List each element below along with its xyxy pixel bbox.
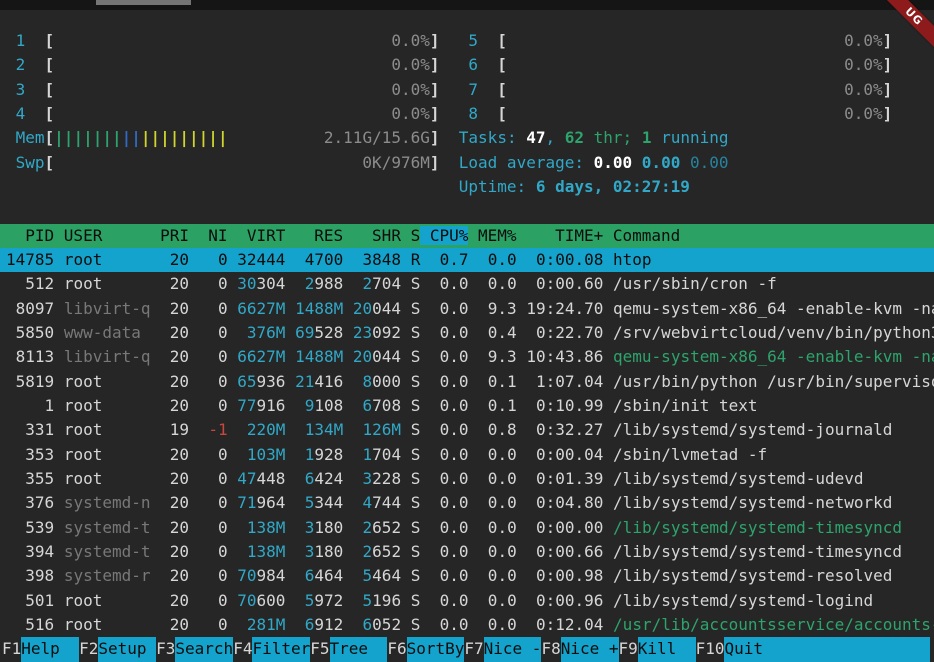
process-row-353[interactable]: 353 root 20 0 103M 1928 1704 S 0.0 0.0 0…	[0, 443, 934, 467]
process-row-5850[interactable]: 5850 www-data 20 0 376M 69528 23092 S 0.…	[0, 321, 934, 345]
htop-screen: 1 [ 0.0%] 5 [ 0.0%] 2 [ 0.0%] 6 [ 0.0%] …	[0, 0, 934, 662]
fkey-f10-quit[interactable]: F10Quit	[696, 637, 783, 661]
tasks-summary: Tasks: 47, 62 thr; 1 running	[459, 128, 729, 147]
fkey-f9-kill[interactable]: F9Kill	[619, 637, 696, 661]
process-row-1[interactable]: 1 root 20 0 77916 9108 6708 S 0.0 0.1 0:…	[0, 394, 934, 418]
process-row-5819[interactable]: 5819 root 20 0 65936 21416 8000 S 0.0 0.…	[0, 370, 934, 394]
cpu-meter-line-1: 1 [ 0.0%] 5 [ 0.0%]	[0, 29, 934, 53]
fkey-f5-tree[interactable]: F5Tree	[310, 637, 387, 661]
fkey-f7-nice[interactable]: F7Nice -	[464, 637, 541, 661]
function-key-bar: F1Help F2Setup F3SearchF4FilterF5Tree F6…	[0, 637, 934, 661]
debug-ribbon-label: UG	[876, 0, 934, 54]
swap-load-line: Swp[ 0K/976M] Load average: 0.00 0.00 0.…	[0, 151, 934, 175]
cpu-meter-4: 4 [ 0.0%]	[6, 104, 440, 123]
fkey-f4-filter[interactable]: F4Filter	[233, 637, 310, 661]
cpu-meter-3: 3 [ 0.0%]	[6, 80, 440, 99]
process-row-512[interactable]: 512 root 20 0 30304 2988 2704 S 0.0 0.0 …	[0, 272, 934, 296]
memory-meter: Mem[|||||||||||||||||| 2.11G/15.6G]	[6, 128, 440, 147]
fkey-f8-nice[interactable]: F8Nice +	[541, 637, 618, 661]
cpu-meter-5: 5 [ 0.0%]	[459, 31, 893, 50]
load-average: Load average: 0.00 0.00 0.00	[459, 153, 729, 172]
process-row-selected[interactable]: 14785 root 20 0 32444 4700 3848 R 0.7 0.…	[0, 248, 934, 272]
process-row-516[interactable]: 516 root 20 0 281M 6912 6052 S 0.0 0.0 0…	[0, 613, 934, 637]
mem-tasks-line: Mem[|||||||||||||||||| 2.11G/15.6G] Task…	[0, 126, 934, 150]
fkey-f1-help[interactable]: F1Help	[2, 637, 79, 661]
cpu-meter-7: 7 [ 0.0%]	[459, 80, 893, 99]
process-row-394[interactable]: 394 systemd-t 20 0 138M 3180 2652 S 0.0 …	[0, 540, 934, 564]
fkey-f2-setup[interactable]: F2Setup	[79, 637, 156, 661]
cpu-meter-2: 2 [ 0.0%]	[6, 55, 440, 74]
fkey-f3-search[interactable]: F3Search	[156, 637, 233, 661]
process-row-501[interactable]: 501 root 20 0 70600 5972 5196 S 0.0 0.0 …	[0, 589, 934, 613]
table-header-row[interactable]: PID USER PRI NI VIRT RES SHR S CPU% MEM%…	[0, 224, 934, 248]
fkey-bar-fill	[782, 637, 930, 661]
process-row-355[interactable]: 355 root 20 0 47448 6424 3228 S 0.0 0.0 …	[0, 467, 934, 491]
sort-column-header: CPU%	[420, 226, 468, 245]
cpu-meter-1: 1 [ 0.0%]	[6, 31, 440, 50]
fkey-f6-sortby[interactable]: F6SortBy	[387, 637, 464, 661]
process-row-539[interactable]: 539 systemd-t 20 0 138M 3180 2652 S 0.0 …	[0, 516, 934, 540]
cpu-meter-line-4: 4 [ 0.0%] 8 [ 0.0%]	[0, 102, 934, 126]
window-tab-indicator[interactable]	[96, 0, 191, 5]
process-row-331[interactable]: 331 root 19 -1 220M 134M 126M S 0.0 0.8 …	[0, 418, 934, 442]
process-row-376[interactable]: 376 systemd-n 20 0 71964 5344 4744 S 0.0…	[0, 491, 934, 515]
debug-ribbon: UG	[868, 0, 934, 66]
window-top-bar	[0, 0, 934, 10]
swap-meter: Swp[ 0K/976M]	[6, 153, 440, 172]
cpu-meter-line-3: 3 [ 0.0%] 7 [ 0.0%]	[0, 78, 934, 102]
blank-line	[0, 199, 934, 223]
process-row-8097[interactable]: 8097 libvirt-q 20 0 6627M 1488M 20044 S …	[0, 297, 934, 321]
cpu-meter-8: 8 [ 0.0%]	[459, 104, 893, 123]
uptime: Uptime: 6 days, 02:27:19	[459, 177, 690, 196]
process-row-398[interactable]: 398 systemd-r 20 0 70984 6464 5464 S 0.0…	[0, 564, 934, 588]
terminal: 1 [ 0.0%] 5 [ 0.0%] 2 [ 0.0%] 6 [ 0.0%] …	[0, 10, 934, 662]
cpu-meter-6: 6 [ 0.0%]	[459, 55, 893, 74]
cpu-meter-line-2: 2 [ 0.0%] 6 [ 0.0%]	[0, 53, 934, 77]
process-row-8113[interactable]: 8113 libvirt-q 20 0 6627M 1488M 20044 S …	[0, 345, 934, 369]
uptime-line: Uptime: 6 days, 02:27:19	[0, 175, 934, 199]
